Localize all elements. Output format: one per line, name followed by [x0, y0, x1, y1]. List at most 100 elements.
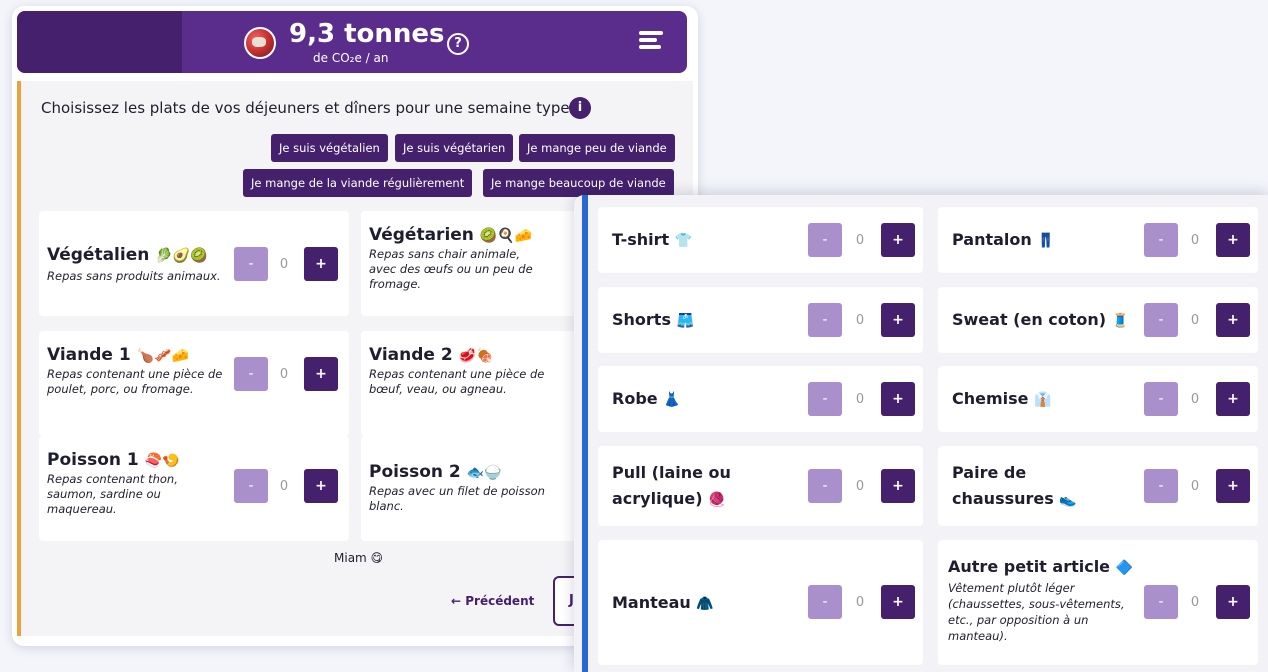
- meal-description: Repas contenant une pièce de bœuf, veau,…: [369, 367, 545, 396]
- decrement-button[interactable]: -: [1144, 303, 1178, 337]
- clothing-item-shirt: Chemise 👔 - 0 +: [938, 366, 1258, 432]
- tshirt-icon: 👕: [674, 233, 693, 249]
- quantity-value: 0: [279, 479, 289, 494]
- preset-vegetarian-button[interactable]: Je suis végétarien: [395, 134, 514, 162]
- decrement-button[interactable]: -: [808, 303, 842, 337]
- clothing-item-trousers: Pantalon 👖 - 0 +: [938, 207, 1258, 273]
- increment-button[interactable]: +: [1216, 382, 1250, 416]
- meal-title: Poisson 1: [47, 450, 139, 470]
- clothing-item-sweatshirt: Sweat (en coton) 🧵 - 0 +: [938, 287, 1258, 353]
- quantity-value: 0: [855, 233, 865, 248]
- info-icon[interactable]: i: [569, 97, 591, 119]
- clothing-item-dress: Robe 👗 - 0 +: [598, 366, 923, 432]
- meal-item-meat-1: Viande 1 🍗🥓🧀 Repas contenant une pièce d…: [39, 331, 349, 436]
- clothing-item-coat: Manteau 🧥 - 0 +: [598, 540, 923, 665]
- increment-button[interactable]: +: [881, 303, 915, 337]
- quantity-value: 0: [1190, 392, 1200, 407]
- quantity-value: 0: [855, 392, 865, 407]
- quantity-value: 0: [1190, 233, 1200, 248]
- increment-button[interactable]: +: [881, 469, 915, 503]
- quantity-value: 0: [855, 313, 865, 328]
- quantity-value: 0: [1190, 313, 1200, 328]
- clothing-item-other: Autre petit article 🔷 Vêtement plutôt lé…: [938, 540, 1258, 665]
- decrement-button[interactable]: -: [1144, 382, 1178, 416]
- quantity-value: 0: [279, 367, 289, 382]
- preset-regular-meat-button[interactable]: Je mange de la viande régulièrement: [243, 169, 473, 197]
- decrement-button[interactable]: -: [1144, 469, 1178, 503]
- decrement-button[interactable]: -: [808, 585, 842, 619]
- meal-item-fish-1: Poisson 1 🍣🍤 Repas contenant thon, saumo…: [39, 436, 349, 541]
- decrement-button[interactable]: -: [234, 247, 268, 281]
- quantity-value: 0: [855, 479, 865, 494]
- increment-button[interactable]: +: [881, 382, 915, 416]
- decrement-button[interactable]: -: [234, 469, 268, 503]
- clothing-item-sweater: Pull (laine ou acrylique) 🧶 - 0 +: [598, 446, 923, 526]
- preset-lots-meat-button[interactable]: Je mange beaucoup de viande: [483, 169, 674, 197]
- decrement-button[interactable]: -: [1144, 223, 1178, 257]
- clothing-title: Paire de chaussures: [952, 463, 1054, 508]
- quantity-value: 0: [279, 257, 289, 272]
- increment-button[interactable]: +: [304, 357, 338, 391]
- shoe-icon: 👟: [1059, 492, 1077, 508]
- decrement-button[interactable]: -: [808, 382, 842, 416]
- clothing-title: Robe: [612, 389, 658, 408]
- steak-icon: 🥩🍖: [458, 348, 494, 364]
- clothing-title: Pantalon: [952, 230, 1032, 249]
- meal-title: Végétarien: [369, 225, 474, 245]
- fish-icon: 🐟🍚: [466, 465, 502, 481]
- clothing-title: Autre petit article: [948, 557, 1111, 576]
- yarn-icon: 🧶: [708, 492, 726, 508]
- trousers-icon: 👖: [1037, 233, 1055, 249]
- shirt-icon: 👔: [1034, 392, 1052, 408]
- meal-description: Repas sans chair animale, avec des œufs …: [369, 247, 533, 291]
- clothing-title: T-shirt: [612, 230, 670, 249]
- meal-description: Repas contenant thon, saumon, sardine ou…: [47, 472, 178, 516]
- globe-icon: [244, 27, 276, 59]
- meal-title: Poisson 2: [369, 462, 461, 482]
- clothing-title: Sweat (en coton): [952, 310, 1107, 329]
- header-left-panel: [17, 11, 182, 73]
- quantity-value: 0: [1190, 595, 1200, 610]
- total-footprint-value: 9,3 tonnes: [289, 19, 445, 49]
- clothing-item-shoes: Paire de chaussures 👟 - 0 +: [938, 446, 1258, 526]
- footer-note: Miam 😋: [334, 551, 384, 565]
- preset-vegan-button[interactable]: Je suis végétalien: [271, 134, 388, 162]
- meal-description: Repas avec un filet de poisson blanc.: [369, 484, 545, 513]
- increment-button[interactable]: +: [1216, 585, 1250, 619]
- meal-description: Repas contenant une pièce de poulet, por…: [47, 367, 223, 396]
- chicken-icon: 🍗🥓🧀: [136, 348, 189, 364]
- thread-icon: 🧵: [1111, 313, 1130, 329]
- increment-button[interactable]: +: [881, 585, 915, 619]
- diamond-icon: 🔷: [1115, 560, 1134, 576]
- clothing-title: Chemise: [952, 389, 1029, 408]
- clothing-item-shorts: Shorts 🩳 - 0 +: [598, 287, 923, 353]
- quantity-value: 0: [1190, 479, 1200, 494]
- increment-button[interactable]: +: [304, 469, 338, 503]
- clothing-title: Manteau: [612, 593, 691, 612]
- shorts-icon: 🩳: [676, 313, 694, 329]
- increment-button[interactable]: +: [881, 223, 915, 257]
- decrement-button[interactable]: -: [808, 469, 842, 503]
- total-footprint-unit: de CO₂e / an: [313, 51, 389, 65]
- vegetables-icon: 🥬🥑🥝: [155, 248, 208, 264]
- decrement-button[interactable]: -: [1144, 585, 1178, 619]
- meal-title: Viande 1: [47, 345, 131, 365]
- previous-button[interactable]: ← Précédent: [451, 594, 534, 608]
- help-icon[interactable]: ?: [447, 33, 469, 55]
- decrement-button[interactable]: -: [808, 223, 842, 257]
- quantity-value: 0: [855, 595, 865, 610]
- increment-button[interactable]: +: [1216, 303, 1250, 337]
- increment-button[interactable]: +: [1216, 469, 1250, 503]
- egg-cheese-icon: 🥝🍳🧀: [479, 228, 533, 244]
- preset-little-meat-button[interactable]: Je mange peu de viande: [519, 134, 675, 162]
- increment-button[interactable]: +: [1216, 223, 1250, 257]
- increment-button[interactable]: +: [304, 247, 338, 281]
- dress-icon: 👗: [663, 392, 681, 408]
- question-instruction: Choisissez les plats de vos déjeuners et…: [41, 99, 570, 117]
- meal-item-vegan: Végétalien 🥬🥑🥝 Repas sans produits anima…: [39, 211, 349, 316]
- meal-title: Végétalien: [47, 245, 150, 265]
- clothing-item-tshirt: T-shirt 👕 - 0 +: [598, 207, 923, 273]
- decrement-button[interactable]: -: [234, 357, 268, 391]
- menu-icon[interactable]: [639, 31, 663, 53]
- accent-bar: [582, 195, 588, 672]
